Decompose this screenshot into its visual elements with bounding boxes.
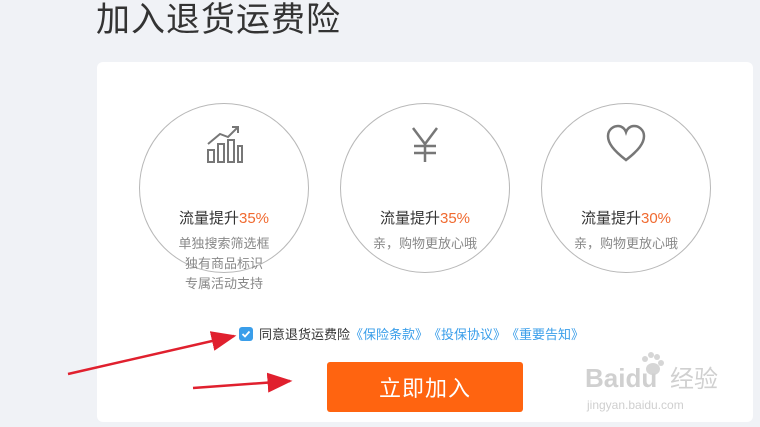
benefit-circle-heart: 流量提升30% 亲，购物更放心哦 — [541, 103, 711, 273]
svg-text:经验: 经验 — [670, 365, 718, 393]
agreement-row: 同意退货运费险 《保险条款》 《投保协议》 《重要告知》 — [239, 324, 584, 343]
benefit-circle-traffic: 流量提升35% 单独搜索筛选框 独有商品标识 专属活动支持 — [139, 103, 309, 291]
chart-up-icon — [204, 124, 244, 169]
agree-checkbox[interactable] — [239, 326, 253, 341]
benefit-percent: 35% — [238, 210, 270, 227]
page-title: 加入退货运费险 — [96, 1, 341, 39]
check-icon — [241, 330, 251, 338]
benefit-desc: 单独搜索筛选框 独有商品标识 专属活动支持 — [178, 236, 270, 291]
benefit-headline: 流量提升30% — [580, 210, 672, 227]
benefit-headline: 流量提升35% — [178, 210, 270, 227]
svg-text:jingyan.baidu.com: jingyan.baidu.com — [586, 398, 684, 412]
benefit-percent: 30% — [640, 210, 672, 227]
benefit-desc: 亲，购物更放心哦 — [573, 236, 678, 251]
heart-icon — [605, 124, 647, 169]
yen-icon — [405, 124, 445, 169]
benefit-headline: 流量提升35% — [379, 210, 471, 227]
benefit-desc: 亲，购物更放心哦 — [372, 236, 477, 251]
benefit-percent: 35% — [439, 210, 471, 227]
insurance-agreement-link[interactable]: 《投保协议》 — [428, 324, 506, 343]
benefit-circle-yen: 流量提升35% 亲，购物更放心哦 — [340, 103, 510, 273]
insurance-terms-link[interactable]: 《保险条款》 — [350, 324, 428, 343]
svg-text:Baidu: Baidu — [585, 363, 657, 393]
join-now-button[interactable]: 立即加入 — [327, 362, 523, 412]
baidu-watermark: Baidu 经验 jingyan.baidu.com — [585, 345, 745, 417]
agree-label: 同意退货运费险 — [259, 327, 351, 342]
important-notice-link[interactable]: 《重要告知》 — [506, 324, 584, 343]
